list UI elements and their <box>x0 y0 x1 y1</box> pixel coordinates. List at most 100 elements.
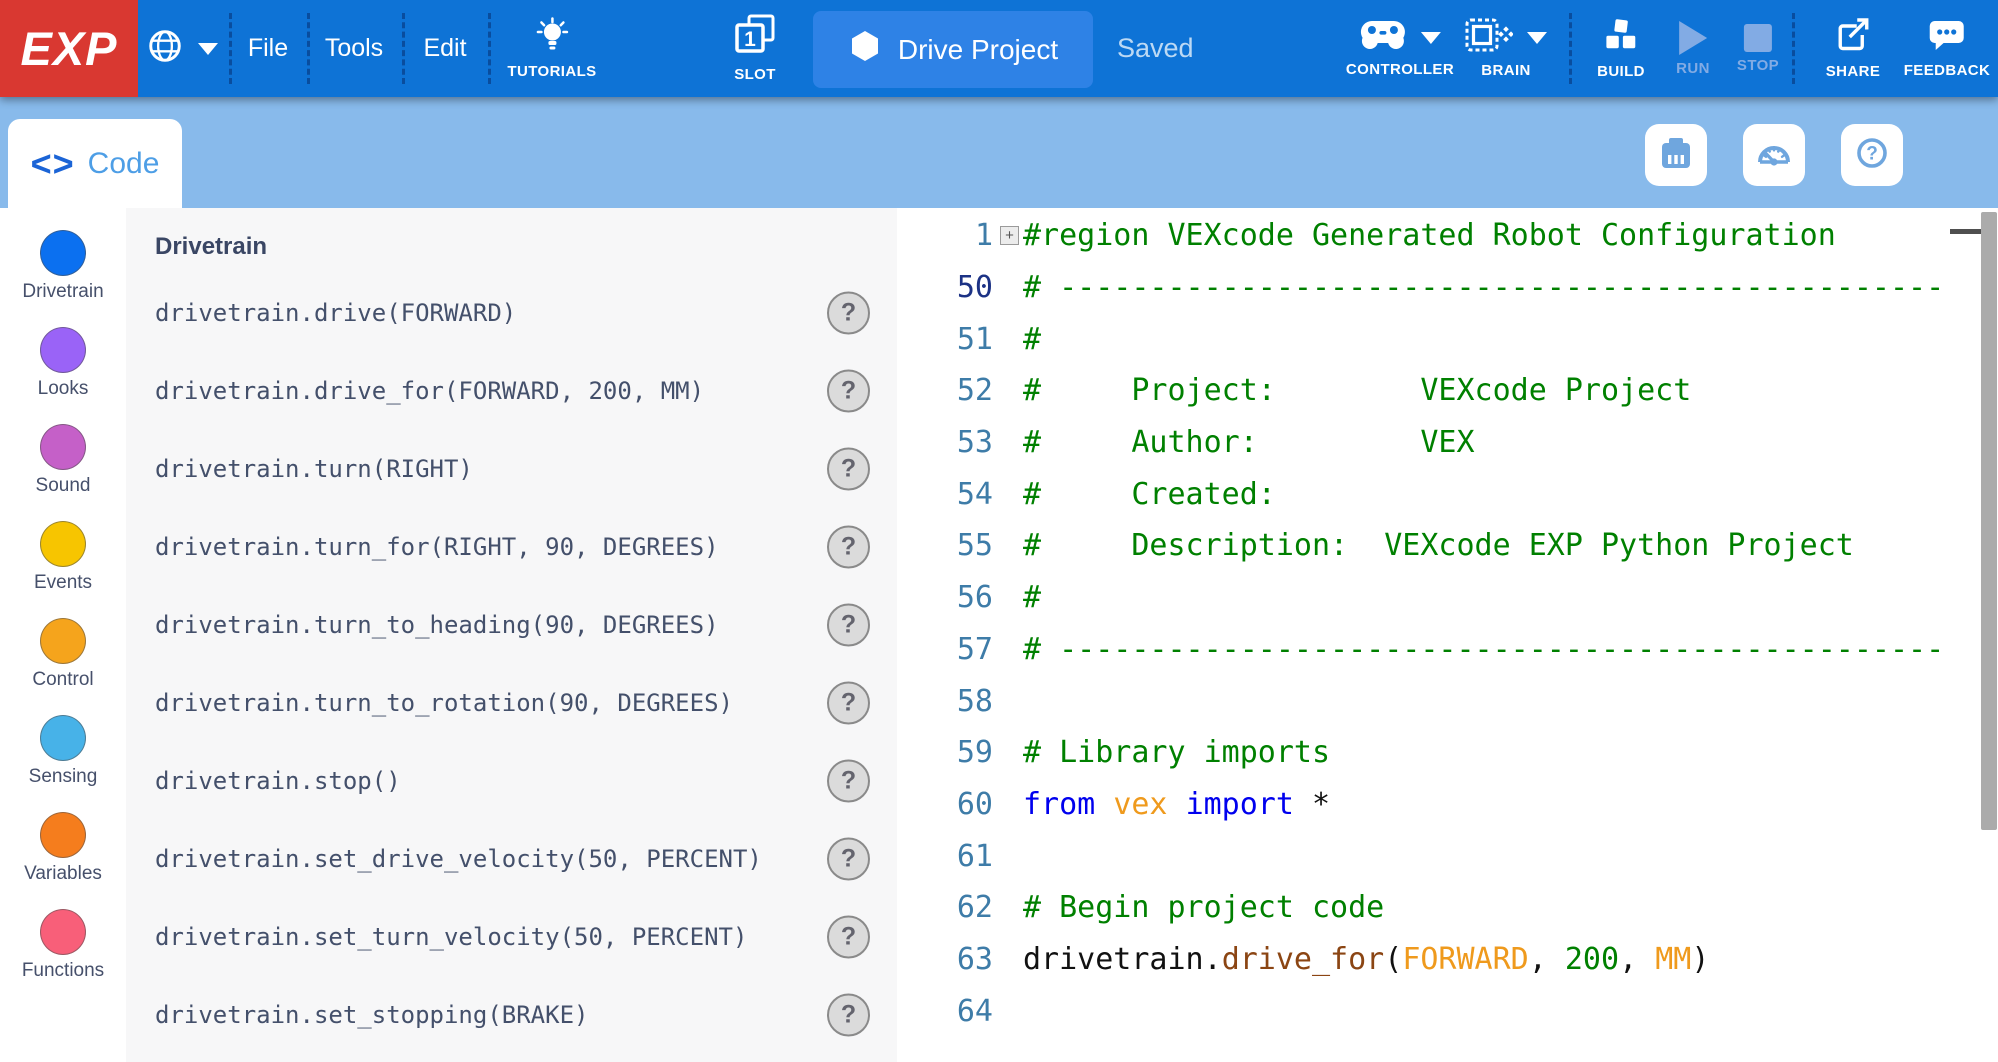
console-button[interactable] <box>1645 124 1707 186</box>
command-row: drivetrain.turn_to_heading(90, DEGREES) … <box>126 586 897 664</box>
stop-square-icon <box>1744 24 1772 52</box>
code-line: 54 # Created: <box>897 468 1998 520</box>
menu-tools[interactable]: Tools <box>325 0 383 97</box>
menu-divider <box>229 13 232 84</box>
command-panel: Drivetrain drivetrain.drive(FORWARD) ? d… <box>126 208 897 1062</box>
editor-scrollbar[interactable] <box>1981 212 1997 830</box>
command-drive-for[interactable]: drivetrain.drive_for(FORWARD, 200, MM) <box>155 377 704 405</box>
save-status: Saved <box>1117 0 1194 97</box>
sidebar-item-variables[interactable]: Variables <box>0 812 126 885</box>
code-line: 63 drivetrain.drive_for(FORWARD, 200, MM… <box>897 934 1998 986</box>
code-line: 1 + #region VEXcode Generated Robot Conf… <box>897 210 1998 262</box>
sidebar-item-sound[interactable]: Sound <box>0 424 126 497</box>
tab-bar: <> Code <box>0 97 1998 208</box>
category-dot <box>40 715 86 761</box>
tab-code[interactable]: <> Code <box>8 119 182 208</box>
command-help-button[interactable]: ? <box>827 292 870 335</box>
code-line: 51 # <box>897 313 1998 365</box>
command-drive[interactable]: drivetrain.drive(FORWARD) <box>155 299 516 327</box>
line-number: 55 <box>897 528 993 563</box>
command-help-button[interactable]: ? <box>827 526 870 569</box>
command-help-button[interactable]: ? <box>827 448 870 491</box>
code-editor[interactable]: 1 + #region VEXcode Generated Robot Conf… <box>897 208 1998 1062</box>
language-select[interactable] <box>146 0 218 97</box>
build-button[interactable]: BUILD <box>1597 0 1645 97</box>
chevron-down-icon <box>198 43 218 55</box>
brain-button[interactable]: BRAIN <box>1465 0 1547 97</box>
line-number: 1 <box>897 218 993 253</box>
menu-divider <box>1569 13 1572 84</box>
brain-icon <box>1465 18 1513 57</box>
line-number: 63 <box>897 942 993 977</box>
command-turn-to-rotation[interactable]: drivetrain.turn_to_rotation(90, DEGREES) <box>155 689 733 717</box>
slot-icon: 1 <box>733 14 777 61</box>
share-icon <box>1835 17 1871 58</box>
code-line: 61 <box>897 830 1998 882</box>
code-line: 50 # -----------------------------------… <box>897 262 1998 314</box>
code-line: 64 <box>897 985 1998 1037</box>
line-number: 61 <box>897 839 993 874</box>
tutorials-button[interactable]: TUTORIALS <box>507 0 596 97</box>
code-line: 53 # Author: VEX <box>897 417 1998 469</box>
command-help-button[interactable]: ? <box>827 838 870 881</box>
command-row: drivetrain.drive(FORWARD) ? <box>126 274 897 352</box>
menu-edit[interactable]: Edit <box>423 0 466 97</box>
command-set-drive-velocity[interactable]: drivetrain.set_drive_velocity(50, PERCEN… <box>155 845 762 873</box>
category-dot <box>40 618 86 664</box>
menu-file[interactable]: File <box>248 0 288 97</box>
code-line: 58 <box>897 675 1998 727</box>
feedback-bubble-icon <box>1928 18 1966 57</box>
dashboard-button[interactable] <box>1743 124 1805 186</box>
exp-logo: EXP <box>0 0 138 97</box>
slot-button[interactable]: 1 SLOT <box>733 0 777 97</box>
command-row: drivetrain.turn_to_rotation(90, DEGREES)… <box>126 664 897 742</box>
command-turn-for[interactable]: drivetrain.turn_for(RIGHT, 90, DEGREES) <box>155 533 719 561</box>
code-line: 57 # -----------------------------------… <box>897 624 1998 676</box>
feedback-button[interactable]: FEEDBACK <box>1904 0 1991 97</box>
command-help-button[interactable]: ? <box>827 916 870 959</box>
code-line: 52 # Project: VEXcode Project <box>897 365 1998 417</box>
run-button[interactable]: RUN <box>1676 0 1710 97</box>
line-number: 62 <box>897 890 993 925</box>
line-number: 53 <box>897 425 993 460</box>
command-row: drivetrain.stop() ? <box>126 742 897 820</box>
command-row: drivetrain.set_stopping(BRAKE) ? <box>126 976 897 1054</box>
top-bar: EXP File Tools Edit <box>0 0 1998 97</box>
controller-icon <box>1359 19 1407 56</box>
sidebar-item-control[interactable]: Control <box>0 618 126 691</box>
command-help-button[interactable]: ? <box>827 370 870 413</box>
gauge-icon <box>1755 135 1793 176</box>
line-number: 51 <box>897 322 993 357</box>
stop-button[interactable]: STOP <box>1737 0 1779 97</box>
command-help-button[interactable]: ? <box>827 682 870 725</box>
help-button[interactable]: ? <box>1841 124 1903 186</box>
sidebar-item-drivetrain[interactable]: Drivetrain <box>0 230 126 303</box>
command-row: drivetrain.drive_for(FORWARD, 200, MM) ? <box>126 352 897 430</box>
hexagon-icon <box>848 29 882 70</box>
controller-button[interactable]: CONTROLLER <box>1346 0 1454 97</box>
command-turn-to-heading[interactable]: drivetrain.turn_to_heading(90, DEGREES) <box>155 611 719 639</box>
command-group-title: Drivetrain <box>155 232 897 262</box>
sidebar-item-events[interactable]: Events <box>0 521 126 594</box>
menu-divider <box>1792 13 1795 84</box>
sidebar-item-functions[interactable]: Functions <box>0 909 126 982</box>
command-help-button[interactable]: ? <box>827 994 870 1037</box>
category-dot <box>40 230 86 276</box>
sidebar-item-sensing[interactable]: Sensing <box>0 715 126 788</box>
project-name-button[interactable]: Drive Project <box>813 11 1093 88</box>
command-set-stopping[interactable]: drivetrain.set_stopping(BRAKE) <box>155 1001 588 1029</box>
command-row: drivetrain.turn(RIGHT) ? <box>126 430 897 508</box>
command-help-button[interactable]: ? <box>827 760 870 803</box>
command-stop[interactable]: drivetrain.stop() <box>155 767 401 795</box>
fold-expand-icon[interactable]: + <box>1000 226 1019 245</box>
line-number: 56 <box>897 580 993 615</box>
command-turn[interactable]: drivetrain.turn(RIGHT) <box>155 455 473 483</box>
svg-text:?: ? <box>1866 143 1878 164</box>
command-help-button[interactable]: ? <box>827 604 870 647</box>
code-line: 60 from vex import * <box>897 779 1998 831</box>
command-set-turn-velocity[interactable]: drivetrain.set_turn_velocity(50, PERCENT… <box>155 923 747 951</box>
share-button[interactable]: SHARE <box>1826 0 1881 97</box>
category-sidebar: Drivetrain Looks Sound Events Control Se… <box>0 208 126 1062</box>
line-number: 58 <box>897 684 993 719</box>
sidebar-item-looks[interactable]: Looks <box>0 327 126 400</box>
